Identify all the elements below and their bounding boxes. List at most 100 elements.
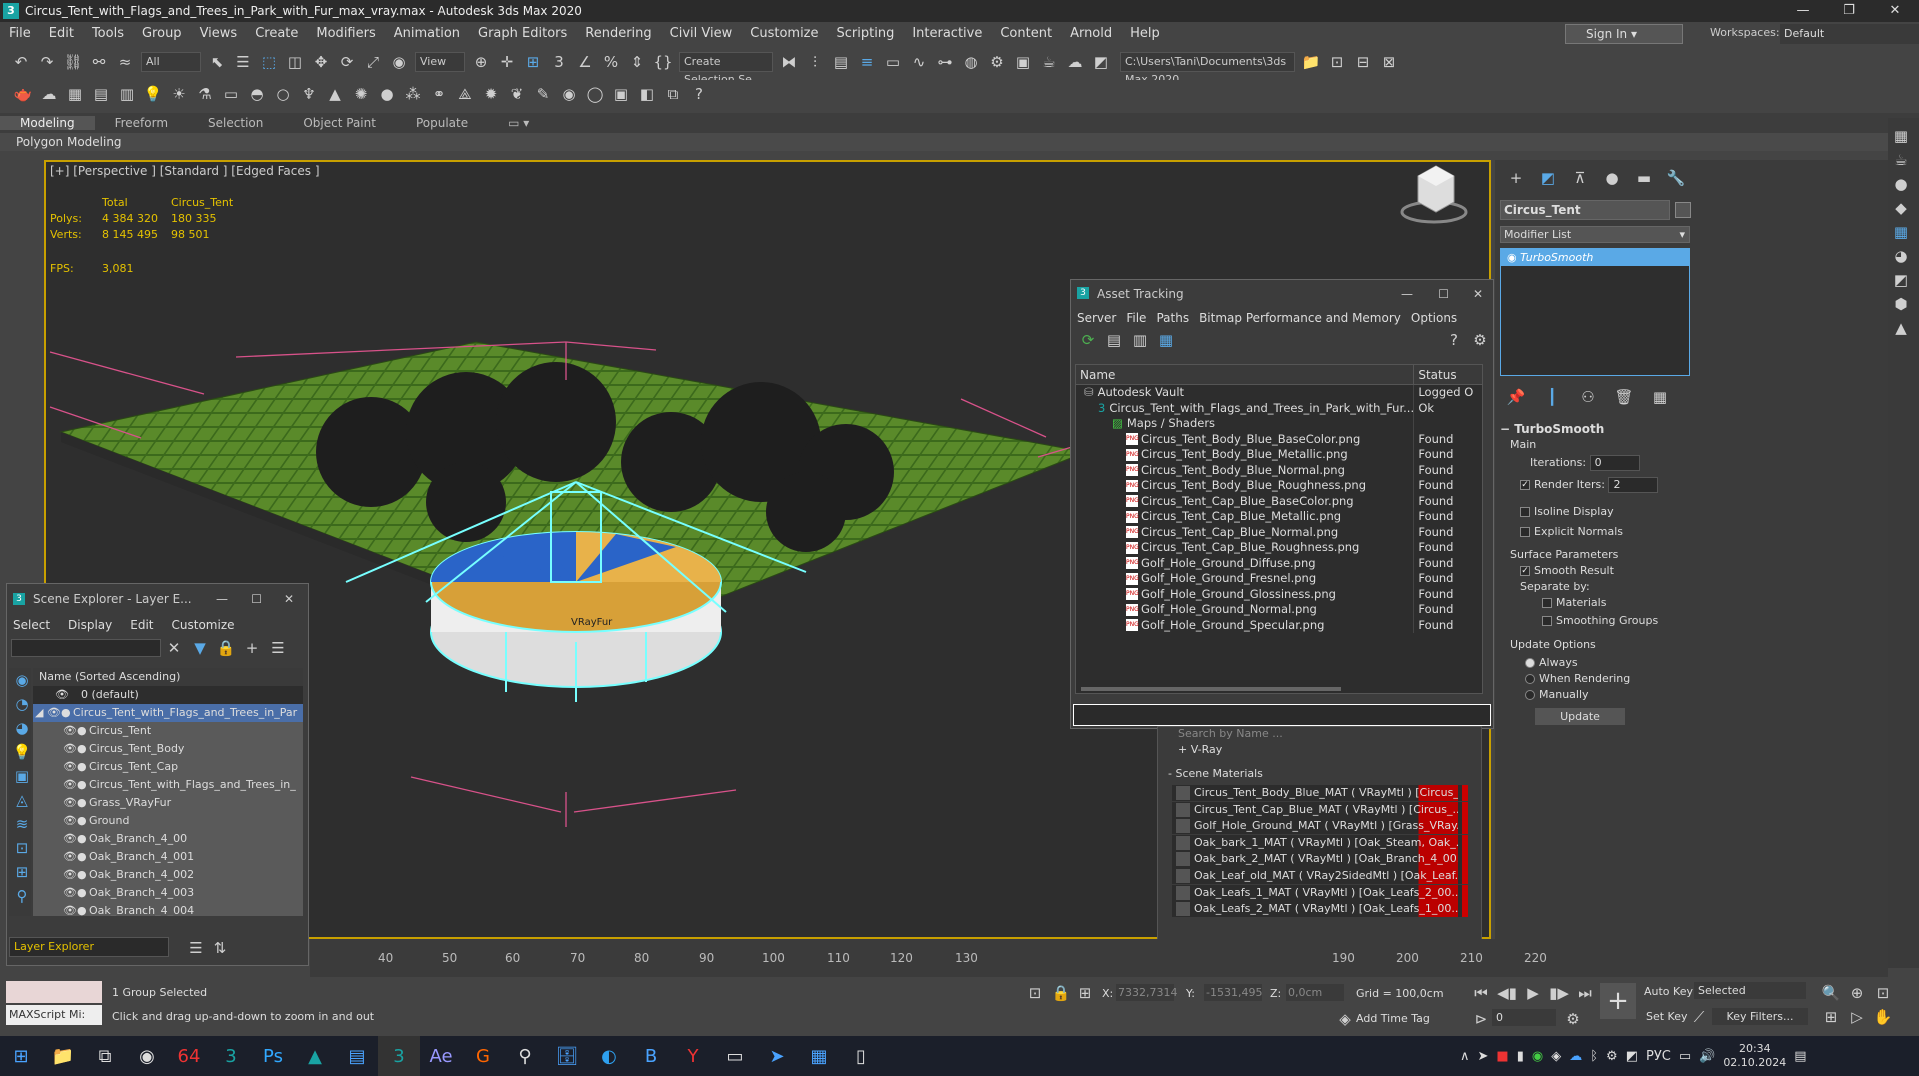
- ies-light-icon[interactable]: ▲: [323, 82, 347, 106]
- start-icon[interactable]: ⊞: [0, 1036, 42, 1076]
- show-end-result-icon[interactable]: ┃: [1540, 385, 1564, 409]
- isolate-icon[interactable]: ⊡: [1023, 981, 1047, 1005]
- freeze-icon[interactable]: ●: [77, 794, 89, 812]
- render-iters-spinner[interactable]: 2: [1608, 477, 1659, 493]
- calculator-icon[interactable]: ▤: [89, 82, 113, 106]
- display-helpers-icon[interactable]: ◬: [10, 788, 34, 812]
- tray-app1-icon[interactable]: ➤: [1478, 1049, 1489, 1064]
- asset-row[interactable]: PNG Golf_Hole_Ground_Glossiness.png Found: [1076, 586, 1482, 602]
- menu-scripting[interactable]: Scripting: [828, 22, 904, 46]
- selection-filter-dropdown[interactable]: All: [141, 52, 201, 72]
- display-geometry-icon[interactable]: ◔: [10, 692, 34, 716]
- asset-row[interactable]: PNG Golf_Hole_Ground_Normal.png Found: [1076, 602, 1482, 618]
- at-menu-1[interactable]: File: [1126, 308, 1146, 328]
- se-maximize-button[interactable]: ☐: [251, 584, 262, 614]
- sphere-light-icon[interactable]: ○: [271, 82, 295, 106]
- asset-path-field[interactable]: [1073, 704, 1491, 726]
- 3dsmax-active-icon[interactable]: 3: [378, 1036, 420, 1076]
- clear-search-icon[interactable]: ✕: [162, 636, 186, 660]
- at-menu-0[interactable]: Server: [1077, 308, 1116, 328]
- go-to-start-icon[interactable]: ⏮: [1469, 981, 1493, 1005]
- stack-item-turbosmooth[interactable]: ◉ TurboSmooth: [1501, 249, 1689, 266]
- z-coord-field[interactable]: 0,0cm: [1286, 984, 1344, 1001]
- material-row[interactable]: Oak_Leaf_old_MAT ( VRay2SidedMtl ) [Oak_…: [1172, 867, 1468, 885]
- at-menu-3[interactable]: Bitmap Performance and Memory: [1199, 308, 1401, 328]
- at-minimize-button[interactable]: —: [1401, 280, 1413, 308]
- tray-app8-icon[interactable]: ◩: [1626, 1049, 1638, 1064]
- se-menu-1[interactable]: Display: [68, 614, 112, 636]
- layer-stack-icon[interactable]: ☰: [266, 636, 290, 660]
- ambient-light-icon[interactable]: ●: [375, 82, 399, 106]
- toolbar-extra3-icon[interactable]: ⊠: [1377, 50, 1401, 74]
- smooth-result-checkbox[interactable]: ✓: [1520, 566, 1530, 576]
- cloud-icon[interactable]: ☁: [37, 82, 61, 106]
- reference-coord-dropdown[interactable]: View: [415, 52, 465, 72]
- maximize-button[interactable]: ❐: [1826, 0, 1872, 22]
- ribbon-toggle-icon[interactable]: ▭: [881, 50, 905, 74]
- scene-search-input[interactable]: [11, 639, 161, 657]
- set-key-big-icon[interactable]: +: [1600, 983, 1636, 1019]
- object-color-swatch[interactable]: [1675, 202, 1691, 218]
- grid-vray-icon[interactable]: ▦: [1889, 220, 1913, 244]
- ribbon-tab-freeform[interactable]: Freeform: [95, 116, 188, 130]
- go-to-end-icon[interactable]: ⏭: [1573, 981, 1597, 1005]
- undo-icon[interactable]: ↶: [9, 50, 33, 74]
- update-button[interactable]: Update: [1535, 708, 1625, 725]
- bluetooth-icon[interactable]: ᛒ: [1590, 1049, 1598, 1064]
- prev-frame-icon[interactable]: ◀▮: [1495, 981, 1519, 1005]
- motion-tab-icon[interactable]: ●: [1600, 166, 1624, 190]
- menu-group[interactable]: Group: [133, 22, 191, 46]
- scene-row[interactable]: 👁● Circus_Tent_with_Flags_and_Trees_in_: [33, 776, 303, 794]
- menu-graph-editors[interactable]: Graph Editors: [469, 22, 576, 46]
- visibility-eye-icon[interactable]: 👁: [47, 704, 61, 722]
- zoom-all-icon[interactable]: ⊕: [1845, 981, 1869, 1005]
- iterations-spinner[interactable]: 0: [1589, 455, 1640, 471]
- sun-icon[interactable]: ✺: [349, 82, 373, 106]
- time-tag-icon[interactable]: ◈: [1333, 1007, 1357, 1031]
- polygon-modeling-bar[interactable]: Polygon Modeling: [0, 133, 1919, 151]
- display-cameras-icon[interactable]: ▣: [10, 764, 34, 788]
- scene-row[interactable]: 👁● Oak_Branch_4_004: [33, 902, 303, 916]
- freeze-icon[interactable]: ●: [77, 722, 89, 740]
- menu-customize[interactable]: Customize: [741, 22, 827, 46]
- toolbar-extra-icon[interactable]: ⊡: [1325, 50, 1349, 74]
- tray-app7-icon[interactable]: ⚙: [1606, 1049, 1618, 1064]
- zoom-icon[interactable]: 🔍: [1819, 981, 1843, 1005]
- tree-view-icon[interactable]: ▥: [1128, 328, 1152, 352]
- freeze-icon[interactable]: ●: [77, 902, 89, 916]
- scene-explorer-icon[interactable]: ▤: [829, 50, 853, 74]
- tray-chevron-icon[interactable]: ∧: [1460, 1049, 1470, 1064]
- visibility-eye-icon[interactable]: 👁: [63, 848, 77, 866]
- workspace-dropdown[interactable]: Default: [1780, 24, 1919, 44]
- chrome-icon[interactable]: ◉: [126, 1036, 168, 1076]
- asset-row[interactable]: PNG Circus_Tent_Body_Blue_Metallic.png Fou…: [1076, 447, 1482, 463]
- file-explorer-icon[interactable]: 📁: [42, 1036, 84, 1076]
- terminal-icon[interactable]: ▭: [714, 1036, 756, 1076]
- batch-render-icon[interactable]: ◧: [635, 82, 659, 106]
- project-folder-icon[interactable]: 📁: [1299, 50, 1323, 74]
- keyboard-shortcut-icon[interactable]: ⊞: [521, 50, 545, 74]
- menu-views[interactable]: Views: [191, 22, 247, 46]
- redo-icon[interactable]: ↷: [35, 50, 59, 74]
- ribbon-tab-selection[interactable]: Selection: [188, 116, 283, 130]
- scene-row[interactable]: 👁● Oak_Branch_4_00: [33, 830, 303, 848]
- tray-app4-icon[interactable]: ◉: [1532, 1049, 1543, 1064]
- snap-toggle-icon[interactable]: 3: [547, 50, 571, 74]
- absolute-mode-icon[interactable]: ⊞: [1073, 981, 1097, 1005]
- se-minimize-button[interactable]: —: [216, 584, 228, 614]
- asset-row[interactable]: PNG Circus_Tent_Cap_Blue_Roughness.png Fou…: [1076, 540, 1482, 556]
- exposure-icon[interactable]: ⚗: [193, 82, 217, 106]
- project-path-dropdown[interactable]: C:\Users\Tani\Documents\3ds Max 2020: [1120, 52, 1295, 86]
- se-menu-2[interactable]: Edit: [130, 614, 153, 636]
- dome-light-icon[interactable]: ◓: [245, 82, 269, 106]
- render-online-icon[interactable]: ◩: [1089, 50, 1113, 74]
- cube2-vray-icon[interactable]: ⬢: [1889, 292, 1913, 316]
- visibility-eye-icon[interactable]: 👁: [63, 884, 77, 902]
- select-manipulate-icon[interactable]: ✛: [495, 50, 519, 74]
- asset-row[interactable]: PNG Circus_Tent_Cap_Blue_Metallic.png Foun…: [1076, 509, 1482, 525]
- notepad-icon[interactable]: ▤: [336, 1036, 378, 1076]
- view-cube[interactable]: [1398, 162, 1472, 228]
- y-coord-field[interactable]: -1531,495: [1204, 984, 1262, 1001]
- mirror-icon[interactable]: ⧓: [777, 50, 801, 74]
- play-icon[interactable]: ▶: [1521, 981, 1545, 1005]
